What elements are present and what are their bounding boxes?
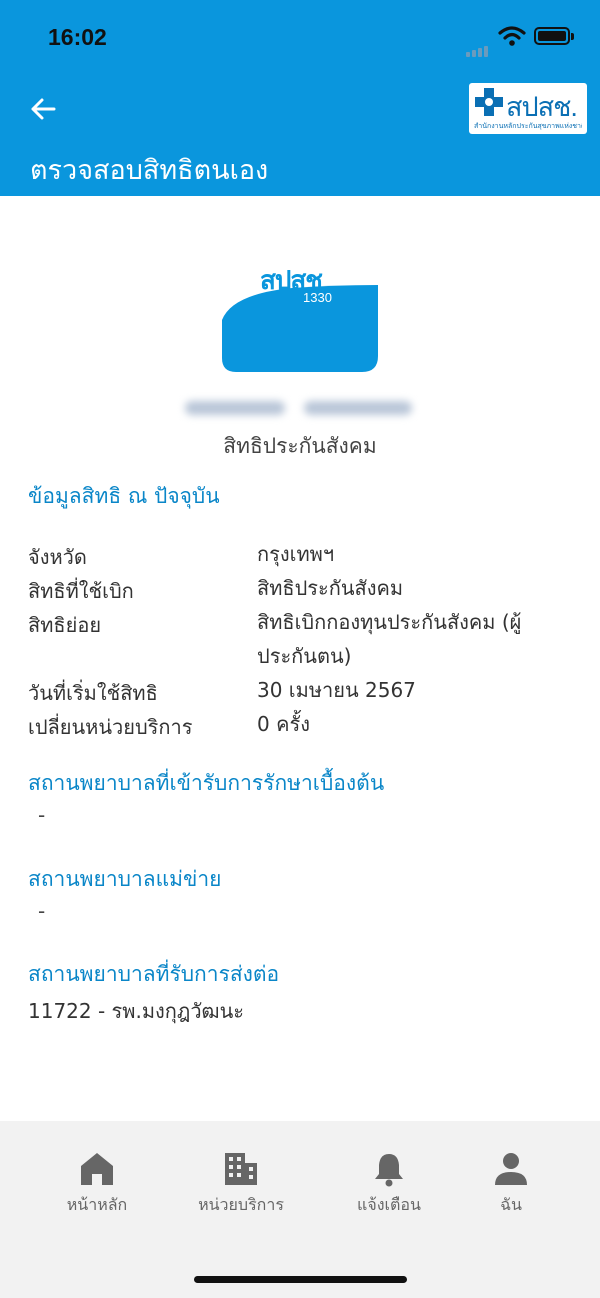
change-unit-value: 0 ครั้ง [257, 712, 310, 736]
nav-service-units[interactable]: หน่วยบริการ [171, 1151, 311, 1218]
nav-notifications-label: แจ้งเตือน [357, 1195, 421, 1214]
bottom-navigation: หน้าหลัก หน่วยบริการ แจ้งเตือน ฉัน [0, 1121, 600, 1298]
nav-home-label: หน้าหลัก [66, 1195, 128, 1214]
primary-hospital-title: สถานพยาบาลที่เข้ารับการรักษาเบื้องต้น [28, 771, 385, 795]
nav-notifications[interactable]: แจ้งเตือน [319, 1151, 459, 1218]
home-icon [81, 1153, 113, 1185]
wifi-icon [498, 26, 526, 46]
cellular-signal-icon [466, 38, 490, 57]
back-arrow-icon[interactable] [26, 92, 60, 126]
app-header: 16:02 สปสช. สำนักงานหลักประกันสุขภาพแห่ง… [0, 0, 600, 196]
home-indicator [194, 1276, 407, 1283]
main-hospital-title: สถานพยาบาลแม่ข่าย [28, 867, 222, 891]
nav-profile-label: ฉัน [500, 1195, 522, 1214]
sub-right-label: สิทธิย่อย [28, 613, 102, 637]
bell-icon [375, 1154, 403, 1187]
change-unit-label: เปลี่ยนหน่วยบริการ [28, 715, 193, 739]
nhso-card-logo: สปสช 1330 [222, 258, 378, 374]
referral-hospital-value: 11722 - รพ.มงกุฎวัฒนะ [28, 999, 245, 1023]
sub-right-value: สิทธิเบิกกองทุนประกันสังคม (ผู้ประกันตน) [257, 610, 522, 668]
page-title: ตรวจสอบสิทธิตนเอง [30, 155, 269, 186]
province-value: กรุงเทพฯ [257, 542, 335, 566]
right-type-label: สิทธิประกันสังคม [223, 434, 377, 458]
main-hospital-value: - [38, 899, 46, 923]
nhso-logo: สปสช. สำนักงานหลักประกันสุขภาพแห่งชาติ [469, 83, 587, 134]
current-rights-title: ข้อมูลสิทธิ ณ ปัจจุบัน [28, 484, 220, 508]
claim-right-label: สิทธิที่ใช้เบิก [28, 579, 134, 603]
card-hotline: 1330 [303, 290, 332, 305]
status-time: 16:02 [48, 24, 107, 50]
cross-logo-icon [475, 88, 503, 116]
nav-profile[interactable]: ฉัน [441, 1151, 581, 1218]
nav-service-units-label: หน่วยบริการ [198, 1195, 284, 1214]
logo-subtitle: สำนักงานหลักประกันสุขภาพแห่งชาติ [474, 122, 582, 130]
blurred-user-name [185, 393, 415, 423]
nav-home[interactable]: หน้าหลัก [27, 1151, 167, 1218]
start-date-label: วันที่เริ่มใช้สิทธิ [28, 681, 158, 705]
person-icon [495, 1153, 527, 1185]
province-label: จังหวัด [28, 545, 87, 569]
referral-hospital-title: สถานพยาบาลที่รับการส่งต่อ [28, 962, 280, 986]
building-icon [225, 1153, 257, 1185]
claim-right-value: สิทธิประกันสังคม [257, 576, 404, 600]
start-date-value: 30 เมษายน 2567 [257, 678, 416, 702]
primary-hospital-value: - [38, 803, 46, 827]
battery-icon [534, 27, 574, 45]
